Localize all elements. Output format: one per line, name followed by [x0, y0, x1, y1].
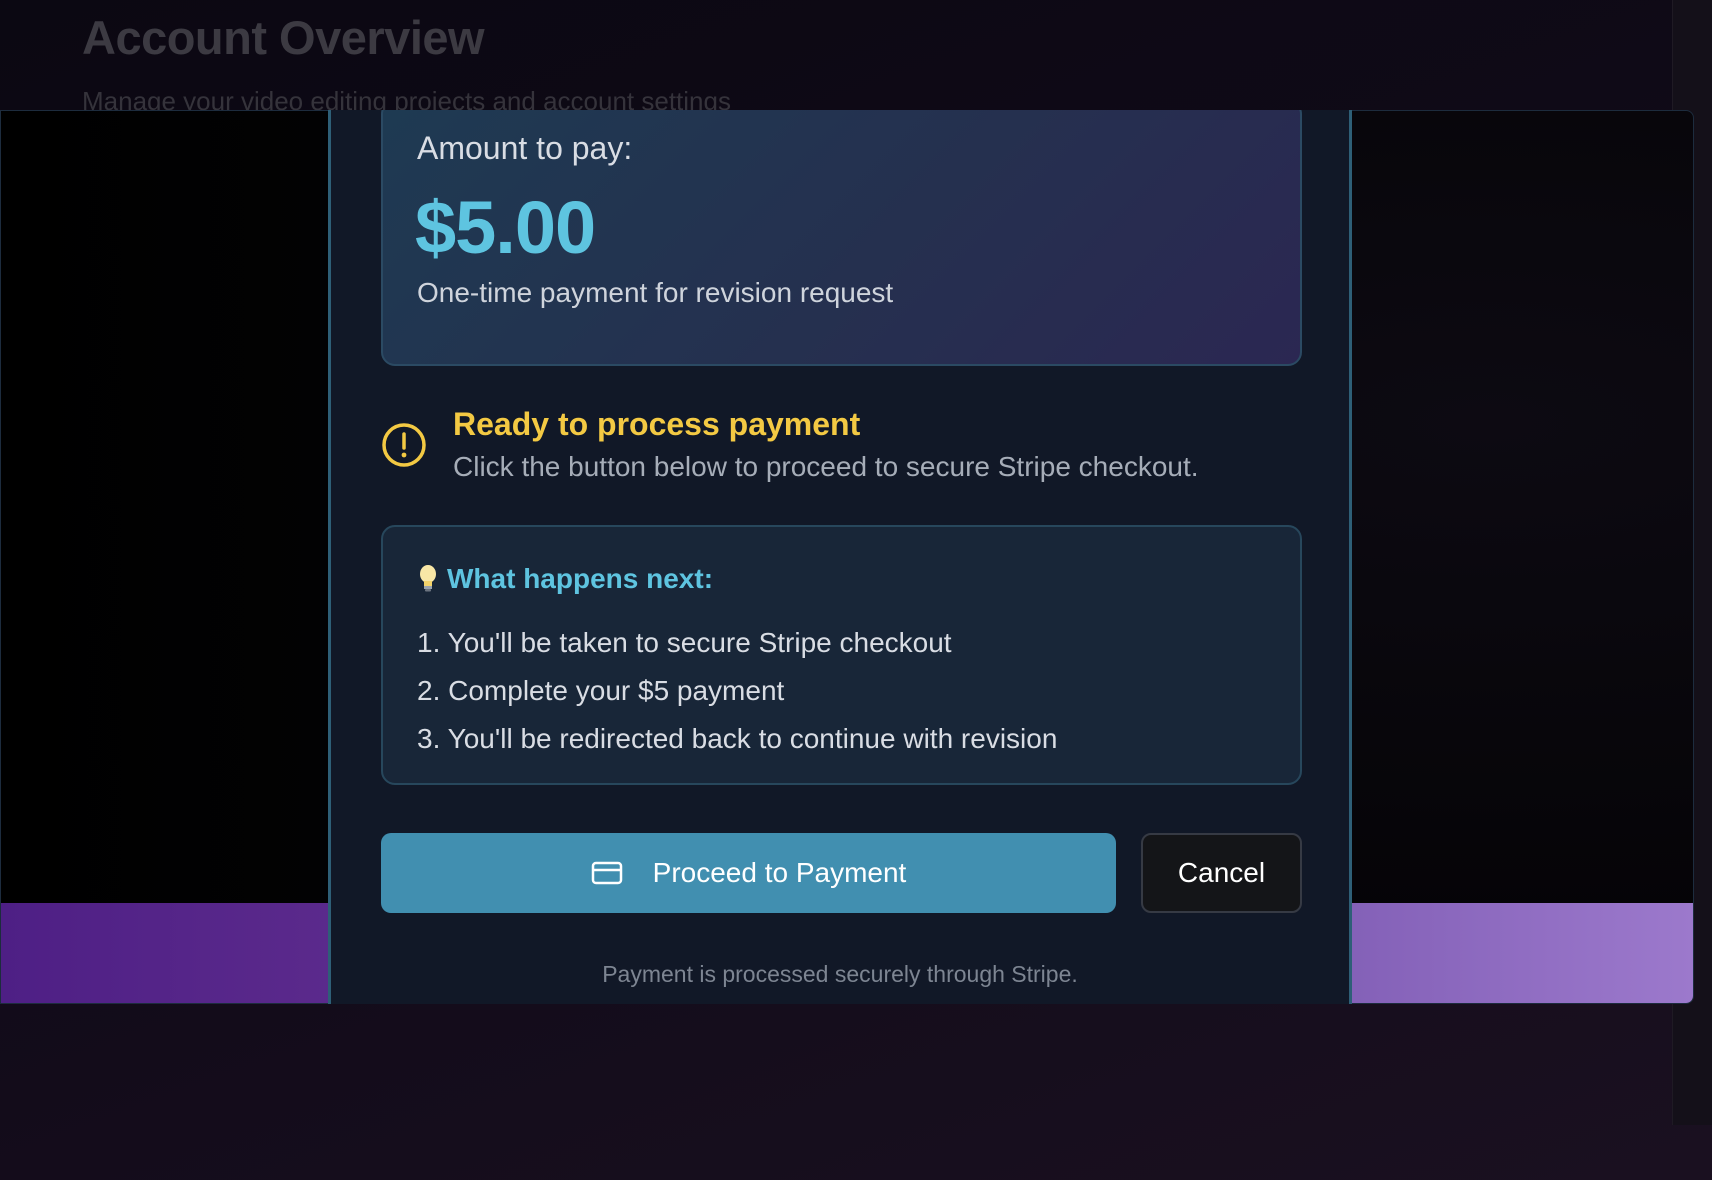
payment-modal: Amount to pay: $5.00 One-time payment fo…: [328, 110, 1352, 1004]
list-item: 2. Complete your $5 payment: [417, 675, 785, 706]
credit-card-icon: [591, 861, 622, 885]
amount-description: One-time payment for revision request: [417, 277, 894, 308]
list-item: 1. You'll be taken to secure Stripe chec…: [417, 627, 952, 658]
page-header: Account Overview: [82, 10, 485, 65]
alert-circle-icon: [382, 423, 426, 467]
proceed-button-label: Proceed to Payment: [652, 857, 907, 888]
list-item: 3. You'll be redirected back to continue…: [417, 723, 1058, 754]
next-steps-card: What happens next: 1. You'll be taken to…: [381, 525, 1302, 785]
status-title: Ready to process payment: [453, 406, 861, 442]
lightbulb-icon: [420, 565, 436, 592]
amount-card: Amount to pay: $5.00 One-time payment fo…: [381, 110, 1302, 366]
next-steps-title: What happens next:: [447, 563, 714, 594]
status-description: Click the button below to proceed to sec…: [453, 451, 1199, 482]
next-steps-header: What happens next:: [417, 563, 713, 595]
proceed-to-payment-button[interactable]: Proceed to Payment: [381, 833, 1116, 913]
amount-value: $5.00: [415, 186, 596, 269]
amount-label: Amount to pay:: [417, 130, 633, 166]
cancel-button[interactable]: Cancel: [1141, 833, 1302, 913]
security-note: Payment is processed securely through St…: [602, 961, 1078, 987]
backdrop-shade: [1, 111, 331, 1003]
payment-status: Ready to process payment Click the butto…: [381, 406, 1302, 496]
page-title: Account Overview: [82, 11, 485, 64]
next-steps-list: 1. You'll be taken to secure Stripe chec…: [417, 619, 1057, 763]
